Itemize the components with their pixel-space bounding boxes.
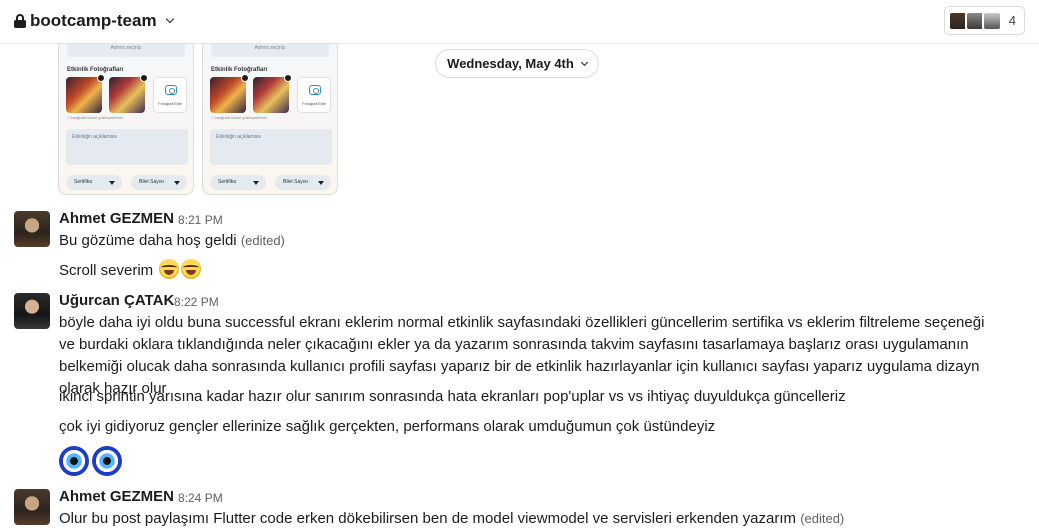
- description-field: Etkinliğin açıklaması: [66, 129, 188, 165]
- message-timestamp[interactable]: 8:24 PM: [178, 491, 223, 505]
- chevron-down-icon: [580, 58, 588, 66]
- ticket-count-dropdown: Bilet Sayısı: [131, 175, 187, 190]
- date-divider-label: Wednesday, May 4th: [447, 56, 574, 71]
- joy-emoji-icon: [181, 259, 202, 279]
- photo-hint: 7 fotoğrafa kadar yükleyebilirsin: [211, 115, 268, 120]
- emoji-row: [59, 446, 125, 483]
- lock-icon: [14, 14, 26, 28]
- add-photo-label: Fotoğraf Ekle: [158, 101, 182, 106]
- message-text: ikinci sprintin yarısına kadar hazır olu…: [59, 388, 846, 405]
- image-attachment[interactable]: Adresi seçiniz Etkinlik Fotoğrafları Fot…: [58, 30, 194, 195]
- joy-emoji-icon: [159, 259, 180, 279]
- message-line: Olur bu post paylaşımı Flutter code erke…: [59, 510, 797, 527]
- message-timestamp[interactable]: 8:22 PM: [174, 295, 219, 309]
- message-text: Scroll severim: [59, 259, 202, 282]
- member-avatar: [981, 10, 1002, 31]
- edited-label: (edited): [240, 233, 285, 248]
- nazar-amulet-icon: [92, 446, 122, 476]
- message-timestamp[interactable]: 8:21 PM: [178, 213, 223, 227]
- channel-title-button[interactable]: bootcamp-team: [14, 11, 174, 31]
- description-field: Etkinliğin açıklaması: [210, 129, 332, 165]
- event-photo: [210, 74, 249, 113]
- certificate-dropdown: Sertifika: [66, 175, 122, 190]
- event-photo: [66, 74, 105, 113]
- edited-label: (edited): [800, 511, 845, 526]
- member-count: 4: [1008, 13, 1016, 28]
- camera-icon: [165, 85, 177, 95]
- channel-name: bootcamp-team: [30, 11, 157, 30]
- message-author[interactable]: Ahmet GEZMEN: [59, 210, 174, 227]
- photo-hint: 7 fotoğrafa kadar yükleyebilirsin: [67, 115, 124, 120]
- message-author[interactable]: Uğurcan ÇATAK: [59, 292, 174, 309]
- message-text: Bu gözüme daha hoş geldi (edited): [59, 230, 285, 252]
- avatar[interactable]: [14, 489, 50, 525]
- avatar[interactable]: [14, 211, 50, 247]
- photos-label: Etkinlik Fotoğrafları: [67, 67, 124, 73]
- photos-label: Etkinlik Fotoğrafları: [211, 67, 268, 73]
- channel-header: bootcamp-team 4: [0, 0, 1039, 44]
- event-photo: [253, 74, 292, 113]
- message-text: çok iyi gidiyoruz gençler ellerinize sağ…: [59, 418, 716, 435]
- add-photo-tile: Fotoğraf Ekle: [153, 77, 187, 113]
- message-line: Bu gözüme daha hoş geldi: [59, 232, 237, 249]
- avatar[interactable]: [14, 293, 50, 329]
- message-text: Olur bu post paylaşımı Flutter code erke…: [59, 508, 844, 528]
- add-photo-tile: Fotoğraf Ekle: [297, 77, 331, 113]
- add-photo-label: Fotoğraf Ekle: [302, 101, 326, 106]
- nazar-amulet-icon: [59, 446, 89, 476]
- event-photo: [109, 74, 148, 113]
- camera-icon: [309, 85, 321, 95]
- image-attachment[interactable]: Adresi seçiniz Etkinlik Fotoğrafları Fot…: [202, 30, 338, 195]
- members-button[interactable]: 4: [943, 6, 1025, 35]
- ticket-count-dropdown: Bilet Sayısı: [275, 175, 331, 190]
- date-divider-button[interactable]: Wednesday, May 4th: [435, 49, 599, 78]
- certificate-dropdown: Sertifika: [210, 175, 266, 190]
- chevron-down-icon: [165, 14, 174, 24]
- message-line: Scroll severim: [59, 262, 154, 279]
- message-author[interactable]: Ahmet GEZMEN: [59, 488, 174, 505]
